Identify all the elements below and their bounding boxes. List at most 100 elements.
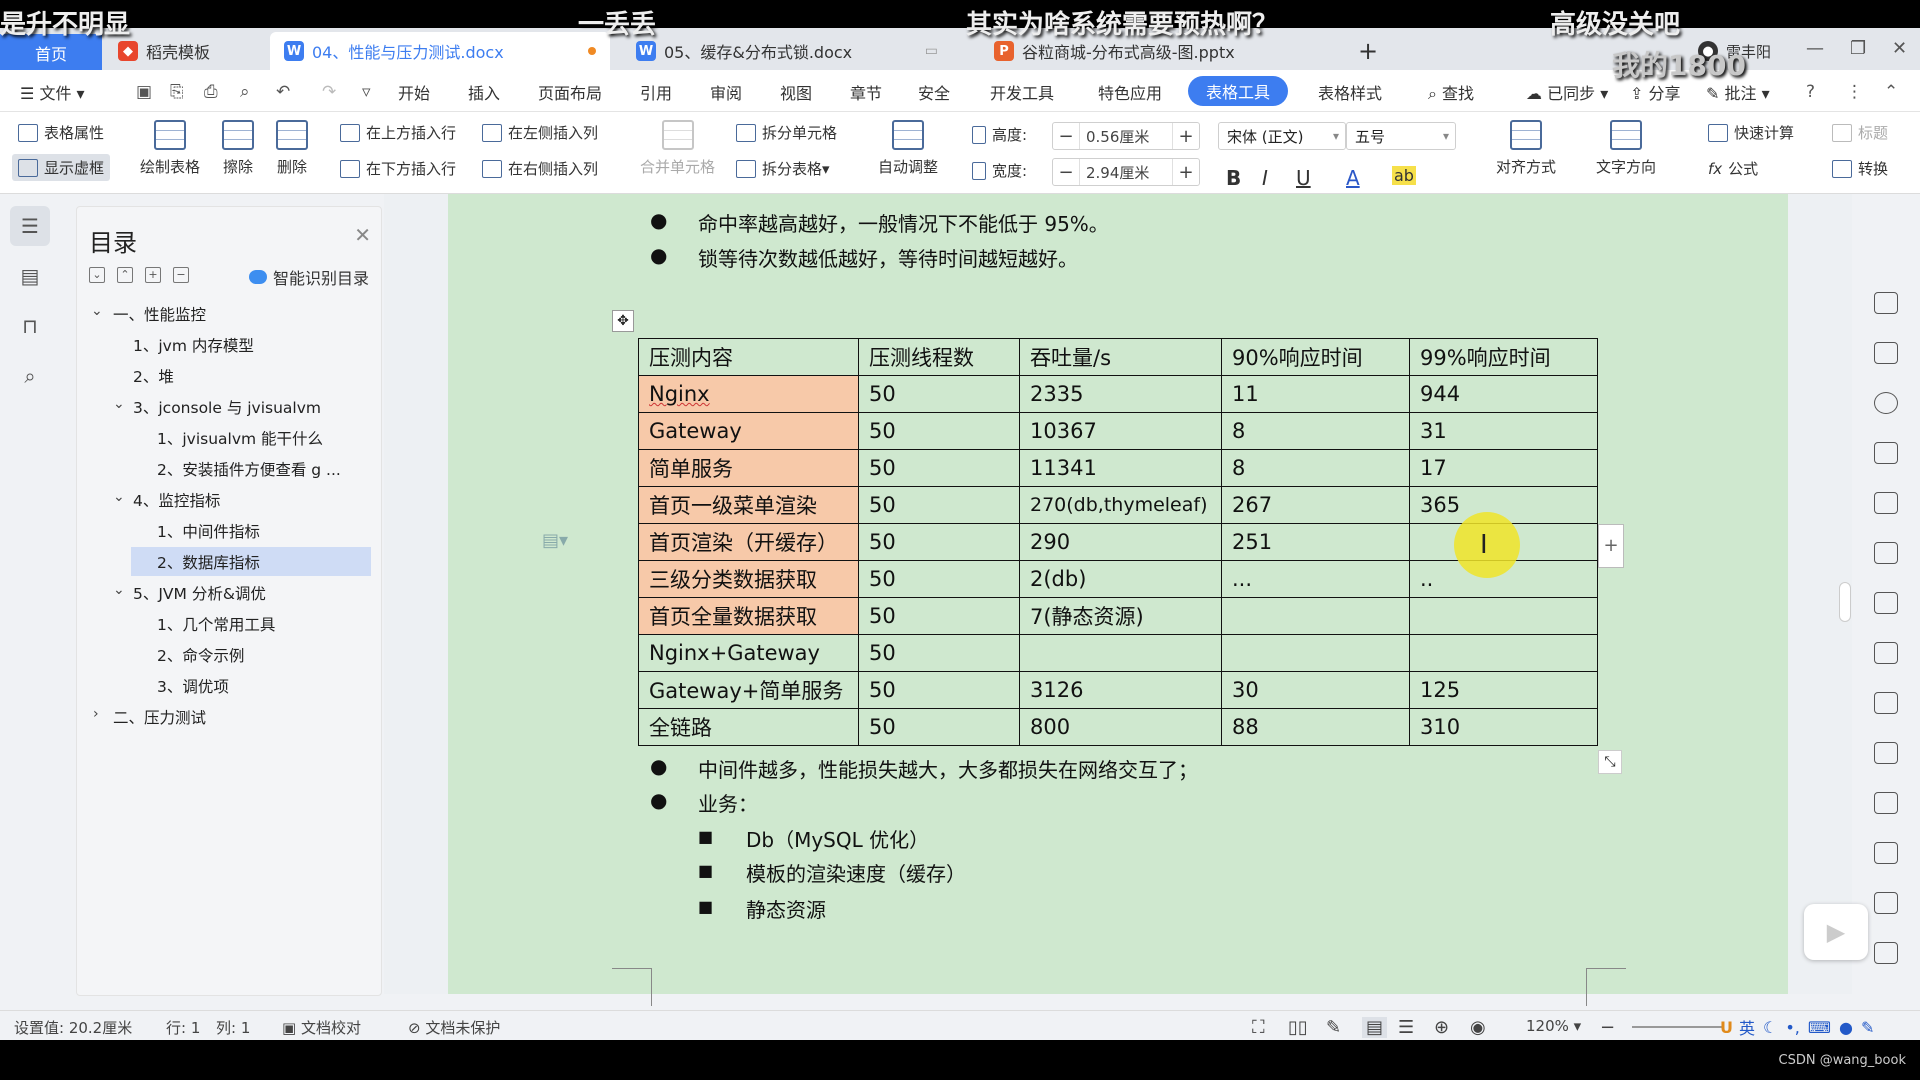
height-stepper[interactable]: −0.56厘米 + (1052, 122, 1200, 150)
table-cell[interactable]: 11341 (1019, 449, 1222, 487)
play-video-icon[interactable]: ▶ (1804, 904, 1868, 960)
table-cell[interactable] (1019, 634, 1222, 672)
quick-calc-button[interactable]: 快速计算 (1708, 122, 1794, 143)
sync-button[interactable]: ☁ 已同步 ▾ (1526, 80, 1608, 104)
underline-icon[interactable]: U (1296, 166, 1311, 190)
toc-item[interactable]: 1、几个常用工具 (157, 609, 373, 638)
table-move-handle-icon[interactable]: ✥ (612, 310, 634, 332)
chevron-right-icon[interactable]: › (93, 706, 99, 722)
menu-table-tools[interactable]: 表格工具 (1188, 76, 1289, 106)
bullet-paragraph[interactable]: ● 命中率越高越好，一般情况下不能低于 95%。 (650, 208, 1109, 237)
redo-icon[interactable]: ↷ (322, 82, 336, 102)
table-cell[interactable]: 8 (1221, 412, 1410, 450)
toc-item[interactable]: 3、jconsole 与 jvisualvm (133, 392, 373, 421)
paste-options-icon[interactable]: ▤▾ (542, 530, 568, 551)
italic-icon[interactable]: I (1262, 166, 1268, 190)
proofread-button[interactable]: ▣ 文档校对 (282, 1017, 361, 1038)
close-icon[interactable]: ✕ (1892, 38, 1907, 59)
customize-icon[interactable]: ▿ (362, 82, 371, 102)
edit-pen-icon[interactable] (1874, 292, 1898, 314)
formula-button[interactable]: fx 公式 (1708, 158, 1758, 179)
table-cell[interactable]: Gateway+简单服务 (638, 671, 859, 709)
fill-icon[interactable] (1874, 492, 1898, 514)
table-cell[interactable]: 800 (1019, 708, 1222, 746)
table-props-button[interactable]: 表格属性 (18, 122, 104, 143)
picture-icon[interactable] (1874, 942, 1898, 964)
table-cell[interactable]: 290 (1019, 523, 1222, 561)
table-cell[interactable] (1221, 597, 1410, 635)
protect-button[interactable]: ⊘ 文档未保护 (408, 1017, 500, 1038)
write-mode-icon[interactable]: ✎ (1326, 1017, 1341, 1038)
zoom-out-icon[interactable]: − (1600, 1017, 1615, 1038)
save-icon[interactable]: ▣ (136, 82, 152, 102)
sub-bullet-paragraph[interactable]: ■ 静态资源 (698, 894, 826, 923)
highlight-icon[interactable]: ab (1392, 166, 1416, 185)
vertical-scrollbar[interactable] (1838, 242, 1852, 992)
table-cell[interactable]: 30 (1221, 671, 1410, 709)
font-size-select[interactable]: 五号 (1346, 122, 1456, 150)
archive-icon[interactable] (1874, 892, 1898, 914)
table-header-cell[interactable]: 99%响应时间 (1409, 338, 1598, 376)
table-cell[interactable]: 首页全量数据获取 (638, 597, 859, 635)
show-grid-button[interactable]: 显示虚框 (12, 154, 111, 181)
table-icon[interactable] (1874, 542, 1898, 564)
table-cell[interactable]: 50 (858, 523, 1020, 561)
table-cell[interactable]: 50 (858, 412, 1020, 450)
bullet-paragraph[interactable]: ● 业务： (650, 788, 758, 817)
delete-button[interactable]: 删除 (276, 120, 308, 177)
insert-right-button[interactable]: 在右侧插入列 (482, 158, 598, 179)
table-cell[interactable] (1221, 634, 1410, 672)
table-cell[interactable]: 270(db,thymeleaf) (1019, 486, 1222, 524)
menu-devtools[interactable]: 开发工具 (990, 80, 1054, 104)
bold-icon[interactable]: B (1226, 166, 1241, 190)
bullet-paragraph[interactable]: ● 锁等待次数越低越好，等待时间越短越好。 (650, 243, 1078, 272)
table-cell[interactable] (1409, 597, 1598, 635)
monitor-icon[interactable]: ▭ (925, 43, 938, 59)
remove-level-icon[interactable]: − (173, 267, 189, 283)
chevron-down-icon[interactable]: ⌄ (113, 582, 125, 598)
eye-protect-icon[interactable]: ◉ (1470, 1017, 1486, 1038)
plus-icon[interactable]: + (1173, 123, 1199, 149)
image-stack-icon[interactable] (1874, 742, 1898, 764)
expand-down-icon[interactable]: ⌄ (89, 267, 105, 283)
table-cell[interactable] (1409, 634, 1598, 672)
merge-cells-button[interactable]: 合并单元格 (640, 120, 715, 177)
split-table-button[interactable]: 拆分表格 ▾ (736, 158, 830, 179)
menu-section[interactable]: 章节 (850, 80, 882, 104)
page-view-icon[interactable]: ▤ (1362, 1017, 1388, 1038)
toc-item[interactable]: 2、安装插件方便查看 g ... (157, 454, 373, 483)
toc-item[interactable]: 2、命令示例 (157, 640, 373, 669)
table-cell[interactable]: 首页渲染（开缓存） (638, 523, 859, 561)
table-cell[interactable]: 首页一级菜单渲染 (638, 486, 859, 524)
menu-reference[interactable]: 引用 (640, 80, 672, 104)
table-cell[interactable]: 50 (858, 486, 1020, 524)
print-icon[interactable]: ⎙ (204, 82, 218, 102)
menu-table-style[interactable]: 表格样式 (1318, 80, 1382, 104)
zoom-select[interactable]: 120% ▾ (1526, 1017, 1581, 1035)
settings-sliders-icon[interactable] (1874, 692, 1898, 714)
menu-security[interactable]: 安全 (918, 80, 950, 104)
close-icon[interactable]: ✕ (354, 223, 371, 247)
bookmark-icon[interactable]: ⊓ (10, 306, 50, 346)
table-cell[interactable]: 50 (858, 671, 1020, 709)
table-cell[interactable]: 11 (1221, 375, 1410, 413)
convert-button[interactable]: 转换 (1832, 158, 1888, 179)
table-cell[interactable]: 8 (1221, 449, 1410, 487)
ime-toolbar[interactable]: U 英 ☾ •, ⌨ ● ✎ (1720, 1015, 1874, 1039)
chart-icon[interactable] (1874, 642, 1898, 664)
table-header-cell[interactable]: 压测线程数 (858, 338, 1020, 376)
font-color-icon[interactable]: A (1346, 166, 1360, 190)
toc-item[interactable]: 3、调优项 (157, 671, 373, 700)
table-cell[interactable]: 50 (858, 597, 1020, 635)
minus-icon[interactable]: − (1053, 159, 1079, 185)
table-cell[interactable]: 10367 (1019, 412, 1222, 450)
table-cell[interactable]: 31 (1409, 412, 1598, 450)
table-cell[interactable]: 50 (858, 449, 1020, 487)
text-direction-button[interactable]: 文字方向 (1596, 120, 1656, 177)
zoom-slider[interactable] (1632, 1026, 1722, 1028)
table-header-cell[interactable]: 压测内容 (638, 338, 859, 376)
chevron-down-icon[interactable]: ⌄ (91, 303, 103, 319)
tab-doc-04[interactable]: W 04、性能与压力测试.docx (270, 32, 610, 70)
width-stepper[interactable]: −2.94厘米 + (1052, 158, 1200, 186)
table-cell[interactable]: 125 (1409, 671, 1598, 709)
